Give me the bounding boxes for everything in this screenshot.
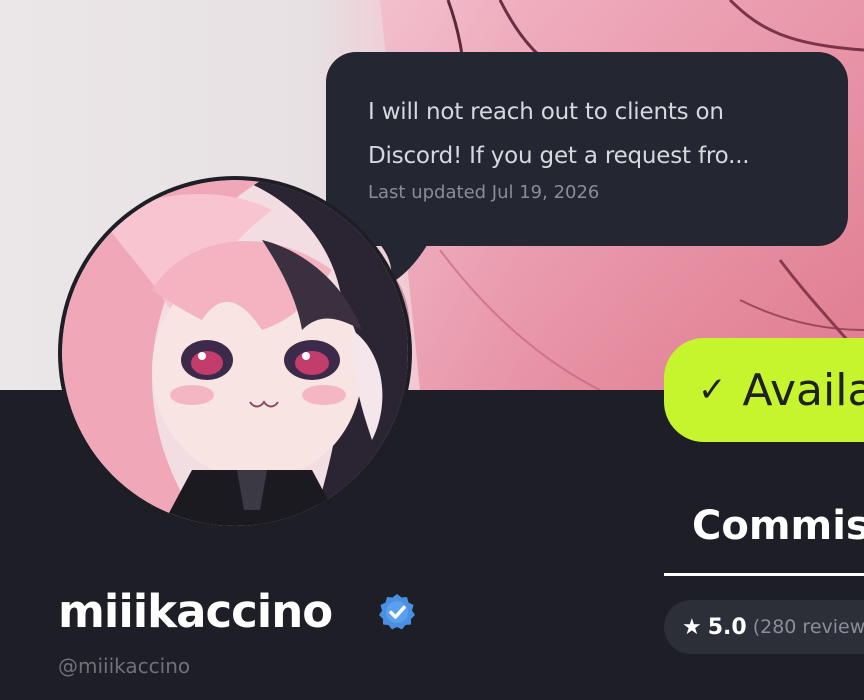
avatar[interactable] xyxy=(58,176,412,530)
status-message-line-2: Discord! If you get a request fro... xyxy=(368,143,750,169)
rating-score: 5.0 xyxy=(707,614,747,640)
verified-badge-icon xyxy=(379,594,415,630)
profile-page: I will not reach out to clients on Disco… xyxy=(0,0,864,700)
avatar-image xyxy=(62,180,408,526)
check-icon: ✓ xyxy=(698,370,727,410)
status-updated-date: Last updated Jul 19, 2026 xyxy=(368,182,600,203)
username-handle: @miiikaccino xyxy=(58,654,191,678)
review-count: (280 reviews) xyxy=(752,616,864,638)
tab-commissions[interactable]: Commissions xyxy=(664,496,864,576)
status-message-bubble[interactable]: I will not reach out to clients on Disco… xyxy=(326,52,848,246)
display-name: miiikaccino xyxy=(58,585,333,638)
availability-label: Available xyxy=(742,364,864,416)
status-message-line-1: I will not reach out to clients on xyxy=(368,99,724,125)
availability-status-button[interactable]: ✓ Available xyxy=(664,338,864,442)
star-icon: ★ xyxy=(682,614,702,640)
rating-chip[interactable]: ★ 5.0 (280 reviews) xyxy=(664,600,864,654)
